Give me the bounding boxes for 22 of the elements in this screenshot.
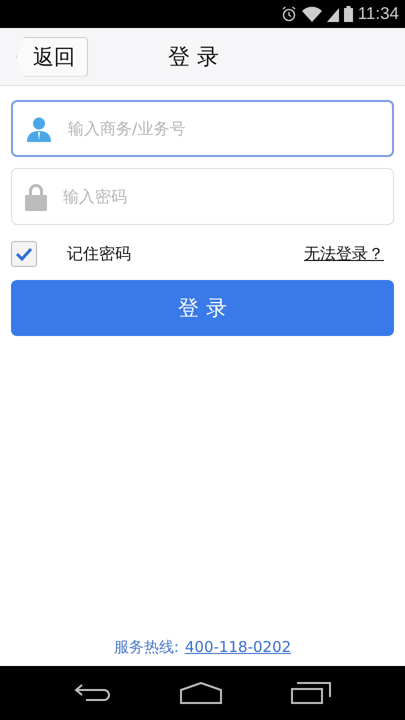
hotline-link[interactable]: 400-118-0202 bbox=[184, 638, 292, 656]
remember-checkbox[interactable] bbox=[11, 241, 37, 267]
cannot-login-link[interactable]: 无法登录？ bbox=[304, 244, 384, 264]
input-field[interactable]: 输入商务/业务号 bbox=[11, 100, 394, 157]
alarm-clock-icon bbox=[280, 6, 297, 22]
page-title: 登 录 bbox=[168, 44, 219, 72]
wifi-icon bbox=[302, 6, 322, 22]
home-icon[interactable] bbox=[180, 682, 222, 704]
battery-icon bbox=[344, 6, 353, 22]
back-icon[interactable] bbox=[74, 682, 112, 704]
login-button[interactable]: 登 录 bbox=[11, 280, 394, 336]
lock-icon bbox=[25, 182, 47, 210]
signal-icon bbox=[326, 6, 339, 22]
check-icon bbox=[15, 247, 33, 261]
text-input[interactable]: 输入密码 bbox=[61, 186, 393, 207]
clock-time: 11:34 bbox=[358, 4, 399, 24]
recent-apps-icon[interactable] bbox=[290, 682, 331, 704]
hotline-label: 服务热线: bbox=[114, 638, 179, 656]
text-input[interactable]: 输入商务/业务号 bbox=[66, 118, 392, 139]
back-button[interactable]: 返回 bbox=[16, 36, 88, 76]
remember-label: 记住密码 bbox=[67, 244, 131, 264]
person-icon bbox=[26, 116, 52, 142]
